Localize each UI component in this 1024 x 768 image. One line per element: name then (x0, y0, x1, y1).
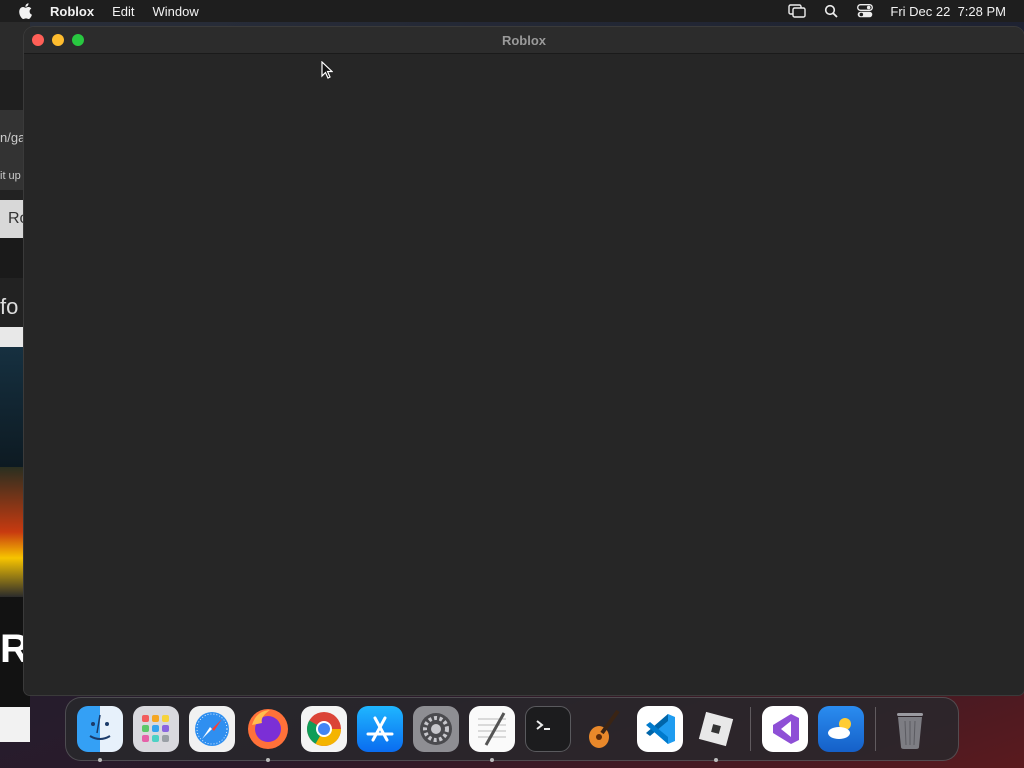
running-indicator (266, 758, 270, 762)
dock-visual-studio[interactable] (762, 706, 808, 752)
dock-separator (875, 707, 876, 751)
screen-mirroring-icon[interactable] (788, 3, 807, 19)
dock-weather[interactable] (818, 706, 864, 752)
dock-safari[interactable] (189, 706, 235, 752)
dock-app-store[interactable] (357, 706, 403, 752)
running-indicator (714, 758, 718, 762)
roblox-icon (698, 711, 734, 747)
app-store-icon (366, 716, 394, 742)
textedit-icon (478, 712, 506, 746)
background-text-2: it up (0, 170, 21, 182)
weather-icon (828, 718, 851, 739)
menu-edit[interactable]: Edit (112, 4, 134, 19)
dock-chrome[interactable] (301, 706, 347, 752)
running-indicator (98, 758, 102, 762)
window-title: Roblox (501, 32, 547, 48)
firefox-icon (248, 709, 288, 749)
control-center-icon[interactable] (856, 3, 874, 19)
trash-icon (897, 713, 923, 749)
menu-window[interactable]: Window (152, 4, 198, 19)
launchpad-icon (142, 715, 169, 742)
roblox-window[interactable]: Roblox (24, 27, 1024, 695)
dock-separator (750, 707, 751, 751)
chrome-icon (307, 712, 341, 746)
window-titlebar[interactable]: Roblox (24, 27, 1024, 54)
spotlight-search-icon[interactable] (822, 3, 840, 19)
dock-finder[interactable] (77, 706, 123, 762)
dock-terminal[interactable] (525, 706, 571, 752)
system-preferences-icon (420, 713, 452, 745)
minimize-window-button[interactable] (52, 34, 64, 46)
dock-launchpad[interactable] (133, 706, 179, 752)
garageband-icon (589, 709, 620, 748)
visual-studio-icon (773, 714, 799, 744)
mouse-cursor-icon (321, 60, 334, 84)
safari-icon (195, 712, 229, 746)
menu-bar: Roblox Edit Window Fri Dec 22 7:28 PM (0, 0, 1024, 22)
background-text-4: fo (0, 294, 19, 319)
dock-roblox[interactable] (693, 706, 739, 762)
dock-firefox[interactable] (245, 706, 291, 762)
dock-textedit[interactable] (469, 706, 515, 762)
dock (65, 697, 959, 762)
vscode-icon (646, 714, 675, 744)
terminal-icon (536, 720, 550, 730)
maximize-window-button[interactable] (72, 34, 84, 46)
menu-app-name[interactable]: Roblox (50, 4, 94, 19)
dock-system-preferences[interactable] (413, 706, 459, 752)
dock-vscode[interactable] (637, 706, 683, 752)
apple-icon[interactable] (18, 3, 36, 19)
dock-garageband[interactable] (581, 706, 627, 752)
finder-icon (89, 714, 111, 740)
running-indicator (490, 758, 494, 762)
background-text-1: n/ga (0, 130, 26, 145)
dock-trash[interactable] (887, 706, 933, 752)
window-content-area[interactable] (24, 54, 1024, 695)
menubar-clock[interactable]: Fri Dec 22 7:28 PM (890, 4, 1006, 19)
close-window-button[interactable] (32, 34, 44, 46)
